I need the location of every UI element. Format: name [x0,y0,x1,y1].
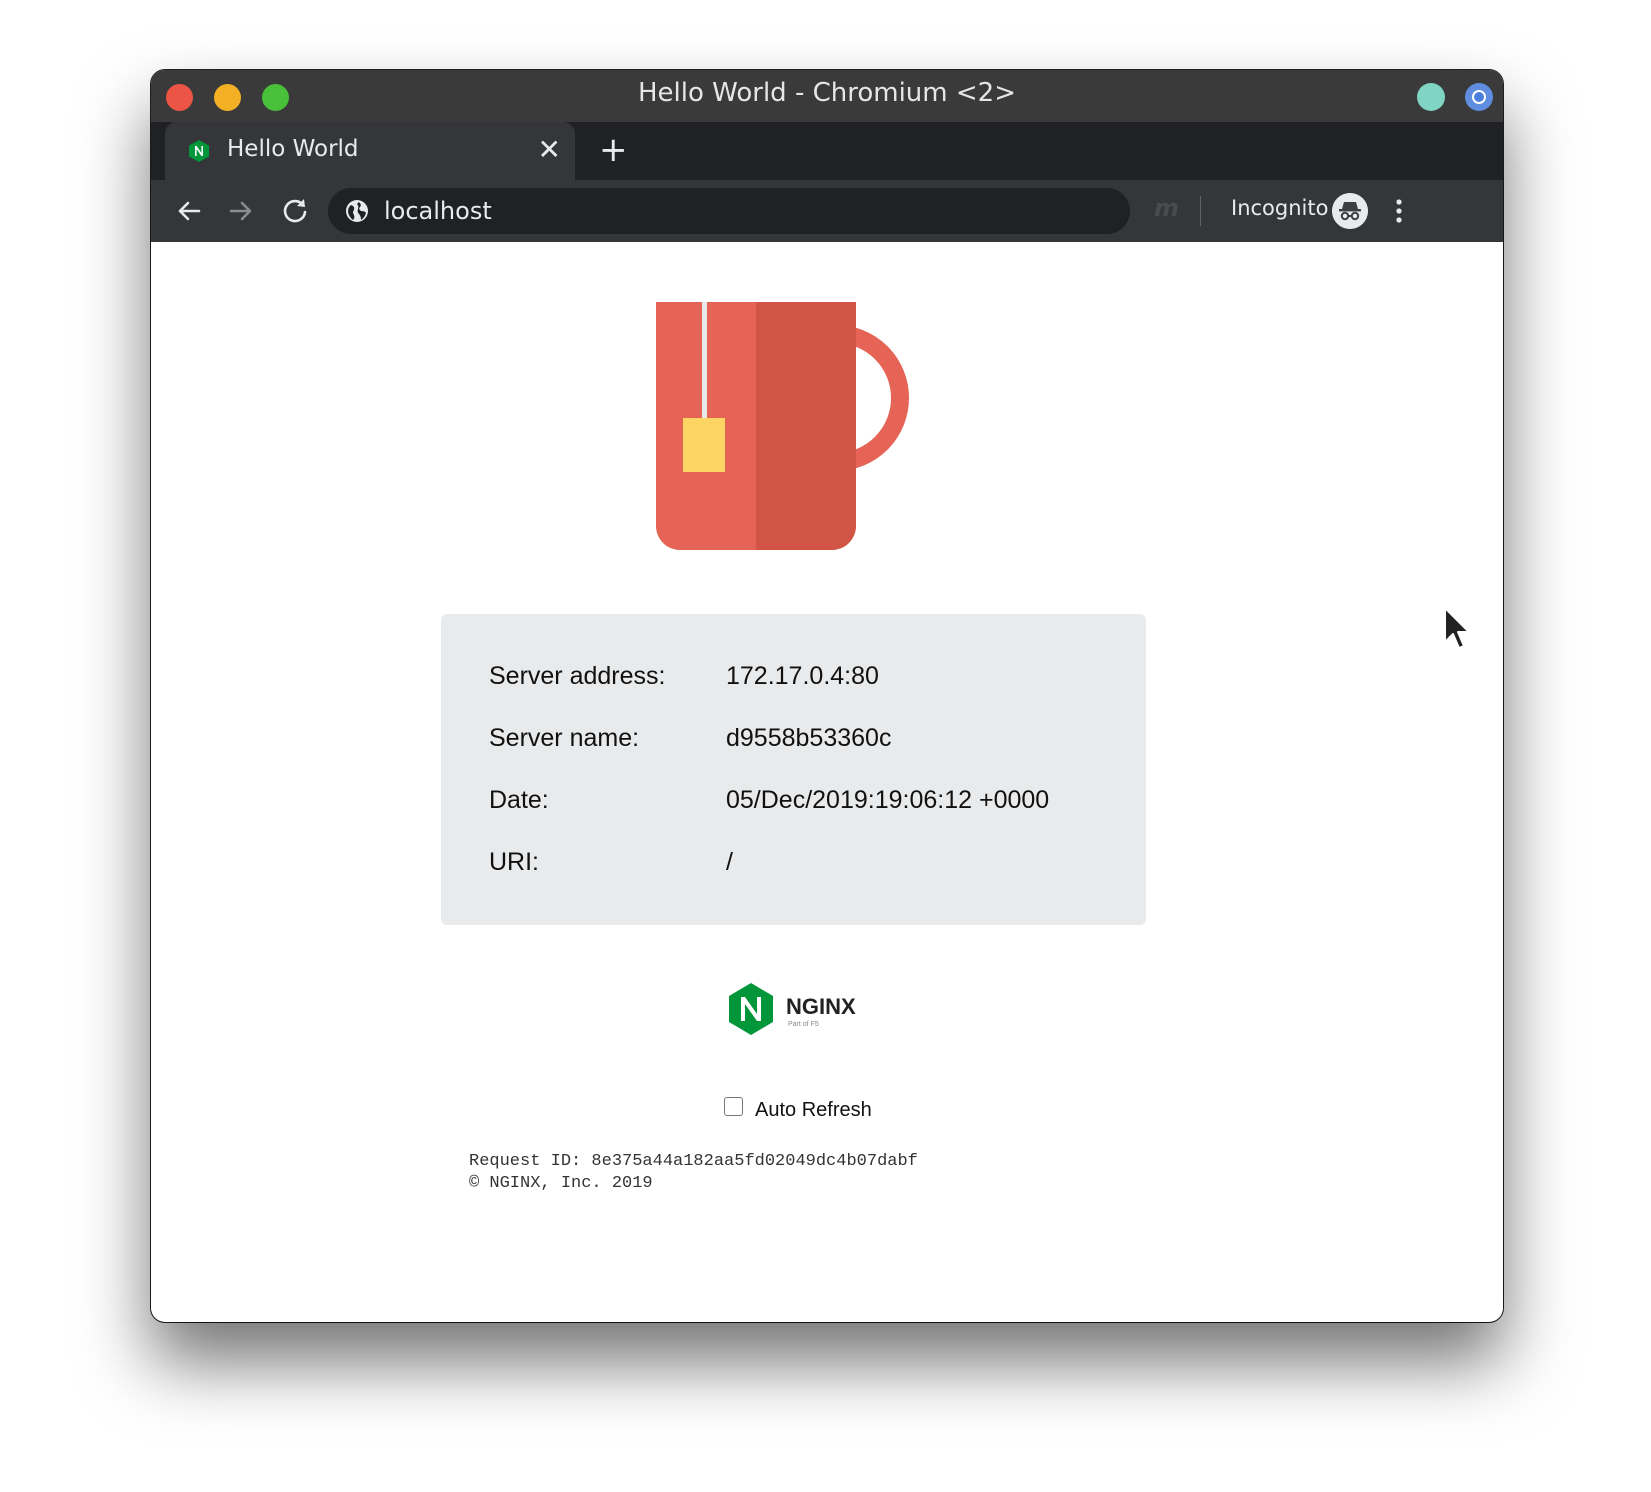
incognito-icon[interactable] [1332,193,1368,229]
tab-title: Hello World [227,136,359,162]
forward-arrow-icon[interactable] [223,193,259,229]
incognito-label: Incognito [1231,196,1329,220]
server-name-value: d9558b53360c [726,724,892,752]
server-address-value: 172.17.0.4:80 [726,662,879,690]
server-address-label: Server address: [489,662,666,690]
browser-toolbar: localhost m Incognito [151,180,1503,242]
chromium-icon [1465,83,1493,111]
auto-refresh-label[interactable]: Auto Refresh [755,1099,872,1122]
extension-icon[interactable]: m [1154,194,1179,222]
mouse-pointer-icon [1444,607,1470,649]
uri-label: URI: [489,848,539,876]
window-title: Hello World - Chromium <2> [638,78,1016,108]
page-content: Server address: 172.17.0.4:80 Server nam… [151,242,1503,1310]
nginx-wordmark: NGINX [786,994,856,1019]
auto-refresh-checkbox[interactable] [724,1097,743,1116]
nginx-favicon-icon [189,140,209,162]
date-label: Date: [489,786,549,814]
tab-hello-world[interactable]: Hello World ✕ [165,122,575,180]
new-tab-button[interactable]: + [599,130,628,170]
tea-mug-illustration [656,302,909,550]
date-value: 05/Dec/2019:19:06:12 +0000 [726,786,1050,814]
server-info-panel: Server address: 172.17.0.4:80 Server nam… [441,614,1146,925]
nginx-tagline: Part of F5 [788,1021,819,1028]
reload-icon[interactable] [277,193,313,229]
nginx-logo: NGINX Part of F5 [729,983,856,1035]
request-id-text: Request ID: 8e375a44a182aa5fd02049dc4b07… [469,1152,918,1171]
globe-icon [346,200,368,222]
toolbar-divider [1200,196,1201,226]
tab-strip: Hello World ✕ + [151,122,1503,180]
uri-value: / [726,848,733,876]
menu-kebab-icon[interactable] [1389,195,1409,227]
url-text: localhost [384,197,492,225]
server-name-label: Server name: [489,724,640,752]
status-dot-icon [1417,83,1445,111]
tab-close-icon[interactable]: ✕ [538,133,561,166]
browser-window: Hello World - Chromium <2> Hello World ✕… [151,70,1503,1322]
copyright-text: © NGINX, Inc. 2019 [469,1174,653,1193]
back-arrow-icon[interactable] [171,193,207,229]
address-bar[interactable]: localhost [328,188,1130,234]
title-bar: Hello World - Chromium <2> [151,70,1503,122]
